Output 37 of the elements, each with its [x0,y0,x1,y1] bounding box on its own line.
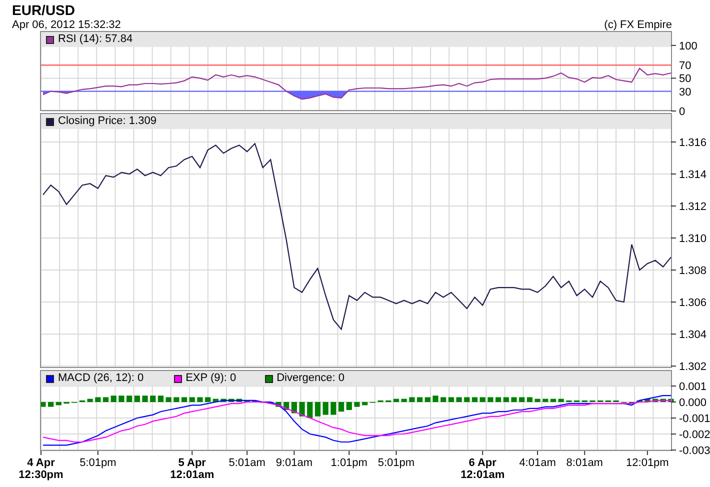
axis-label: 5:01am [228,457,266,469]
axis-label: -0.002 [679,429,710,442]
axis-label: 4:01am [519,457,556,469]
axis-label: 5:01pm [378,457,415,469]
axis-label: 1.312 [679,201,707,213]
legend-label: Divergence: 0 [276,372,344,385]
axis-label: 4 Apr 12:30pm [18,457,64,481]
axis-label: 50 [679,73,692,86]
axis-label: 0 [679,106,686,118]
axis-label: 5:01pm [80,457,116,469]
axis-label: 1.316 [679,136,707,149]
chart-title: EUR/USD [12,3,76,18]
axis-label: 1.304 [679,329,707,342]
axis-label: 0.001 [679,381,707,393]
axis-label: 8:01am [566,457,603,469]
reference-label: 30 [679,86,692,98]
axis-label: 9:01am [276,457,313,469]
axis-label: 1.308 [679,265,707,278]
axis-label: 12:01pm [626,457,669,469]
axis-label: 1.302 [679,361,707,374]
axis-label: 1.314 [679,169,707,181]
axis-label: 1.306 [679,297,707,310]
axis-label: -0.001 [679,413,710,426]
copyright-text: (c) FX Empire [604,19,672,32]
legend-label: Closing Price: 1.309 [58,115,156,128]
axis-label: 100 [679,40,698,52]
axis-label: 0.000 [679,397,707,410]
axis-label: -0.003 [679,445,710,458]
axis-label: 1:01pm [330,457,368,469]
axis-label: 1.310 [679,233,707,246]
legend-label: EXP (9): 0 [186,372,236,385]
timestamp: Apr 06, 2012 15:32:32 [12,19,121,32]
axis-label: 6 Apr 12:01am [460,457,505,481]
legend-label: MACD (26, 12): 0 [58,372,144,385]
reference-label: 70 [679,60,692,72]
legend-label: RSI (14): 57.84 [58,33,133,46]
axis-label: 5 Apr 12:01am [170,457,214,481]
